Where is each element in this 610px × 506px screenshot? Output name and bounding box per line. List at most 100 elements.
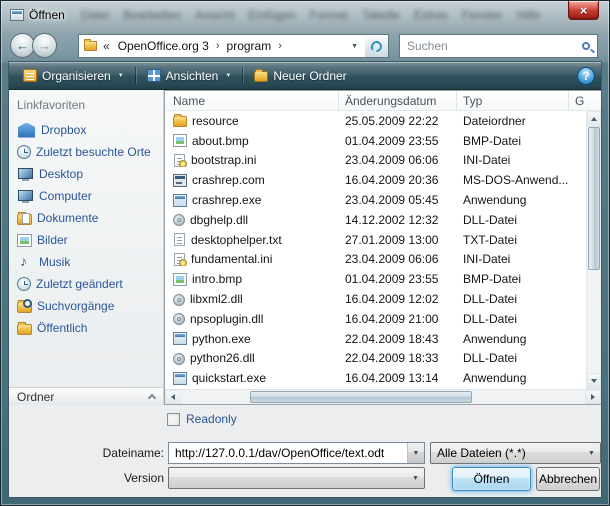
folders-expander[interactable]: Ordner bbox=[9, 387, 163, 405]
scroll-right-button[interactable] bbox=[585, 390, 601, 404]
scroll-down-button[interactable] bbox=[587, 373, 601, 389]
column-header-name[interactable]: Name bbox=[165, 91, 339, 110]
sidebar-item-desktop[interactable]: Desktop bbox=[9, 163, 163, 185]
vertical-scroll-track[interactable] bbox=[587, 127, 601, 373]
file-type: Anwendung bbox=[457, 371, 569, 385]
file-row[interactable]: quickstart.exe16.04.2009 13:14Anwendung bbox=[165, 368, 601, 388]
sidebar-item-public[interactable]: Öffentlich bbox=[9, 317, 163, 339]
forward-arrow-icon: → bbox=[38, 39, 51, 52]
refresh-button[interactable] bbox=[365, 34, 389, 58]
search-input[interactable]: Suchen bbox=[399, 34, 598, 58]
titlebar[interactable]: DateiBearbeitenAnsichtEinfügenFormatTabe… bbox=[1, 1, 609, 30]
filename-dropdown-button[interactable]: ▼ bbox=[407, 443, 424, 463]
file-date: 23.04.2009 06:06 bbox=[339, 252, 457, 266]
horizontal-scroll-track[interactable] bbox=[181, 390, 585, 404]
recently-changed-icon bbox=[17, 277, 31, 291]
chevron-up-icon bbox=[148, 394, 156, 402]
filetype-dropdown-button[interactable]: ▼ bbox=[583, 443, 600, 463]
version-dropdown-button[interactable]: ▼ bbox=[407, 468, 424, 488]
file-row[interactable]: crashrep.exe23.04.2009 05:45Anwendung bbox=[165, 190, 601, 210]
msdos-icon bbox=[173, 174, 187, 187]
folder-icon bbox=[173, 116, 187, 127]
dll-icon bbox=[173, 313, 185, 325]
sidebar-item-label: Computer bbox=[39, 189, 92, 203]
help-icon: ? bbox=[582, 69, 589, 83]
file-row[interactable]: python26.dll22.04.2009 18:33DLL-Datei bbox=[165, 349, 601, 369]
breadcrumb-overflow[interactable]: « bbox=[101, 39, 112, 53]
sidebar-item-music[interactable]: Musik bbox=[9, 251, 163, 273]
filename-combobox[interactable]: http://127.0.0.1/dav/OpenOffice/text.odt… bbox=[168, 442, 425, 464]
breadcrumb-segment[interactable]: OpenOffice.org 3 bbox=[116, 39, 211, 53]
new-folder-label: Neuer Ordner bbox=[273, 69, 346, 83]
filename-value[interactable]: http://127.0.0.1/dav/OpenOffice/text.odt bbox=[169, 446, 407, 460]
computer-icon bbox=[17, 189, 34, 204]
file-row[interactable]: bootstrap.ini23.04.2009 06:06INI-Datei bbox=[165, 151, 601, 171]
sidebar-item-pictures[interactable]: Bilder bbox=[9, 229, 163, 251]
folders-label: Ordner bbox=[17, 390, 54, 404]
file-row[interactable]: libxml2.dll16.04.2009 12:02DLL-Datei bbox=[165, 289, 601, 309]
file-type: TXT-Datei bbox=[457, 233, 569, 247]
breadcrumb-separator-icon[interactable]: › bbox=[215, 40, 221, 52]
version-combobox[interactable]: ▼ bbox=[168, 467, 425, 489]
sidebar-item-documents[interactable]: Dokumente bbox=[9, 207, 163, 229]
dll-icon bbox=[173, 214, 185, 226]
scroll-up-button[interactable] bbox=[587, 111, 601, 127]
address-bar[interactable]: « OpenOffice.org 3 › program › ▼ bbox=[78, 34, 366, 58]
column-header-typ[interactable]: Typ bbox=[457, 91, 569, 110]
sidebar-item-computer[interactable]: Computer bbox=[9, 185, 163, 207]
file-row[interactable]: resource25.05.2009 22:22Dateiordner bbox=[165, 111, 601, 131]
file-row[interactable]: dbghelp.dll14.12.2002 12:32DLL-Datei bbox=[165, 210, 601, 230]
close-button[interactable]: × bbox=[568, 1, 599, 20]
file-row[interactable]: desktophelper.txt27.01.2009 13:00TXT-Dat… bbox=[165, 230, 601, 250]
sidebar-item-label: Dokumente bbox=[37, 211, 98, 225]
file-date: 22.04.2009 18:43 bbox=[339, 332, 457, 346]
file-name-cell: intro.bmp bbox=[165, 272, 339, 286]
file-row[interactable]: about.bmp01.04.2009 23:55BMP-Datei bbox=[165, 131, 601, 151]
breadcrumb-separator-icon[interactable]: › bbox=[277, 40, 283, 52]
address-dropdown-icon[interactable]: ▼ bbox=[351, 43, 360, 50]
filetype-combobox[interactable]: Alle Dateien (*.*) ▼ bbox=[430, 442, 601, 464]
help-button[interactable]: ? bbox=[577, 67, 595, 85]
file-date: 27.01.2009 13:00 bbox=[339, 233, 457, 247]
organize-button[interactable]: Organisieren ▼ bbox=[15, 64, 132, 88]
file-date: 23.04.2009 06:06 bbox=[339, 153, 457, 167]
open-button[interactable]: Öffnen bbox=[452, 467, 531, 491]
column-header-g[interactable]: G bbox=[569, 91, 601, 110]
chevron-down-icon: ▼ bbox=[412, 475, 419, 482]
scroll-left-button[interactable] bbox=[165, 390, 181, 404]
file-row[interactable]: npsoplugin.dll16.04.2009 21:00DLL-Datei bbox=[165, 309, 601, 329]
sidebar-item-recent-places[interactable]: Zuletzt besuchte Orte bbox=[9, 141, 163, 163]
sidebar-item-recently-changed[interactable]: Zuletzt geändert bbox=[9, 273, 163, 295]
vertical-scrollbar[interactable] bbox=[586, 111, 601, 389]
file-type: DLL-Datei bbox=[457, 312, 569, 326]
file-name-cell: crashrep.com bbox=[165, 173, 339, 187]
new-folder-button[interactable]: Neuer Ordner bbox=[246, 64, 354, 88]
chevron-down-icon: ▼ bbox=[588, 450, 595, 457]
file-row[interactable]: crashrep.com16.04.2009 20:36MS-DOS-Anwen… bbox=[165, 170, 601, 190]
file-row[interactable]: intro.bmp01.04.2009 23:55BMP-Datei bbox=[165, 269, 601, 289]
file-type: Anwendung bbox=[457, 332, 569, 346]
breadcrumb-segment[interactable]: program bbox=[225, 39, 274, 53]
horizontal-scrollbar[interactable] bbox=[165, 389, 601, 404]
file-row[interactable]: python.exe22.04.2009 18:43Anwendung bbox=[165, 329, 601, 349]
file-name-cell: about.bmp bbox=[165, 134, 339, 148]
background-menu-item: Ansicht bbox=[195, 8, 234, 22]
file-name: python26.dll bbox=[190, 351, 255, 365]
file-name-cell: resource bbox=[165, 114, 339, 128]
column-header-aenderungsdatum[interactable]: Änderungsdatum bbox=[339, 91, 457, 110]
sidebar-item-searches[interactable]: Suchvorgänge bbox=[9, 295, 163, 317]
cancel-button[interactable]: Abbrechen bbox=[536, 467, 600, 491]
file-row[interactable]: fundamental.ini23.04.2009 06:06INI-Datei bbox=[165, 250, 601, 270]
sidebar-item-label: Öffentlich bbox=[37, 321, 87, 335]
background-menu-item: Format bbox=[310, 8, 348, 22]
sidebar-items: DropboxZuletzt besuchte OrteDesktop Compu… bbox=[9, 119, 163, 339]
file-date: 16.04.2009 20:36 bbox=[339, 173, 457, 187]
views-button[interactable]: Ansichten ▼ bbox=[139, 64, 240, 88]
vertical-scroll-thumb[interactable] bbox=[588, 127, 600, 270]
forward-button[interactable]: → bbox=[32, 33, 57, 58]
sidebar-item-dropbox[interactable]: Dropbox bbox=[9, 119, 163, 141]
file-type: BMP-Datei bbox=[457, 134, 569, 148]
readonly-checkbox[interactable] bbox=[167, 413, 180, 426]
horizontal-scroll-thumb[interactable] bbox=[250, 391, 472, 403]
favorites-sidebar: Linkfavoriten DropboxZuletzt besuchte Or… bbox=[9, 90, 164, 405]
